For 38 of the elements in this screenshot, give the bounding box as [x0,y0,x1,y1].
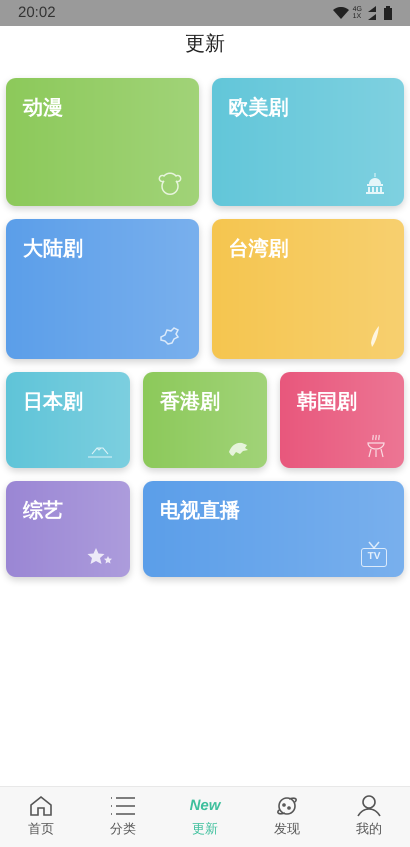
home-icon [29,795,53,818]
wifi-icon [332,7,349,19]
category-card[interactable]: 电视直播 TV [143,481,404,577]
status-time: 20:02 [18,2,56,23]
category-card[interactable]: 欧美剧 [212,78,404,206]
building-icon [363,172,387,196]
nav-tab[interactable]: New 更新 [164,787,246,847]
category-label: 台湾剧 [228,236,290,262]
mountain-icon [87,447,113,458]
category-card[interactable]: 日本剧 [6,372,130,468]
category-card[interactable]: 大陆剧 [6,219,198,359]
category-label: 欧美剧 [228,96,290,121]
category-label: 香港剧 [160,390,221,415]
category-label: 动漫 [23,96,64,121]
grill-icon [365,434,387,458]
category-label: 电视直播 [160,499,241,524]
new-icon: New [190,795,220,818]
category-label: 大陆剧 [23,237,84,262]
category-card[interactable]: 韩国剧 [280,372,404,468]
planet-icon [275,795,299,818]
category-label: 综艺 [23,498,64,524]
nav-tab[interactable]: 首页 [0,787,82,847]
page-title: 更新 [185,32,225,57]
user-icon [357,795,381,818]
category-card[interactable]: 香港剧 [143,372,267,468]
stars-icon [87,547,113,567]
bear-icon [158,172,182,196]
category-card[interactable]: 综艺 [6,481,130,577]
signal-icon [366,6,376,20]
category-label: 韩国剧 [297,390,358,415]
nav-tab[interactable]: 发现 [246,787,328,847]
category-card[interactable]: 动漫 [6,78,198,206]
battery-icon [384,6,392,20]
nav-tab[interactable]: 分类 [82,787,164,847]
nav-tab[interactable]: 我的 [328,787,410,847]
category-card[interactable]: 台湾剧 [212,219,404,359]
menu-icon [110,796,136,816]
category-label: 日本剧 [23,390,84,415]
